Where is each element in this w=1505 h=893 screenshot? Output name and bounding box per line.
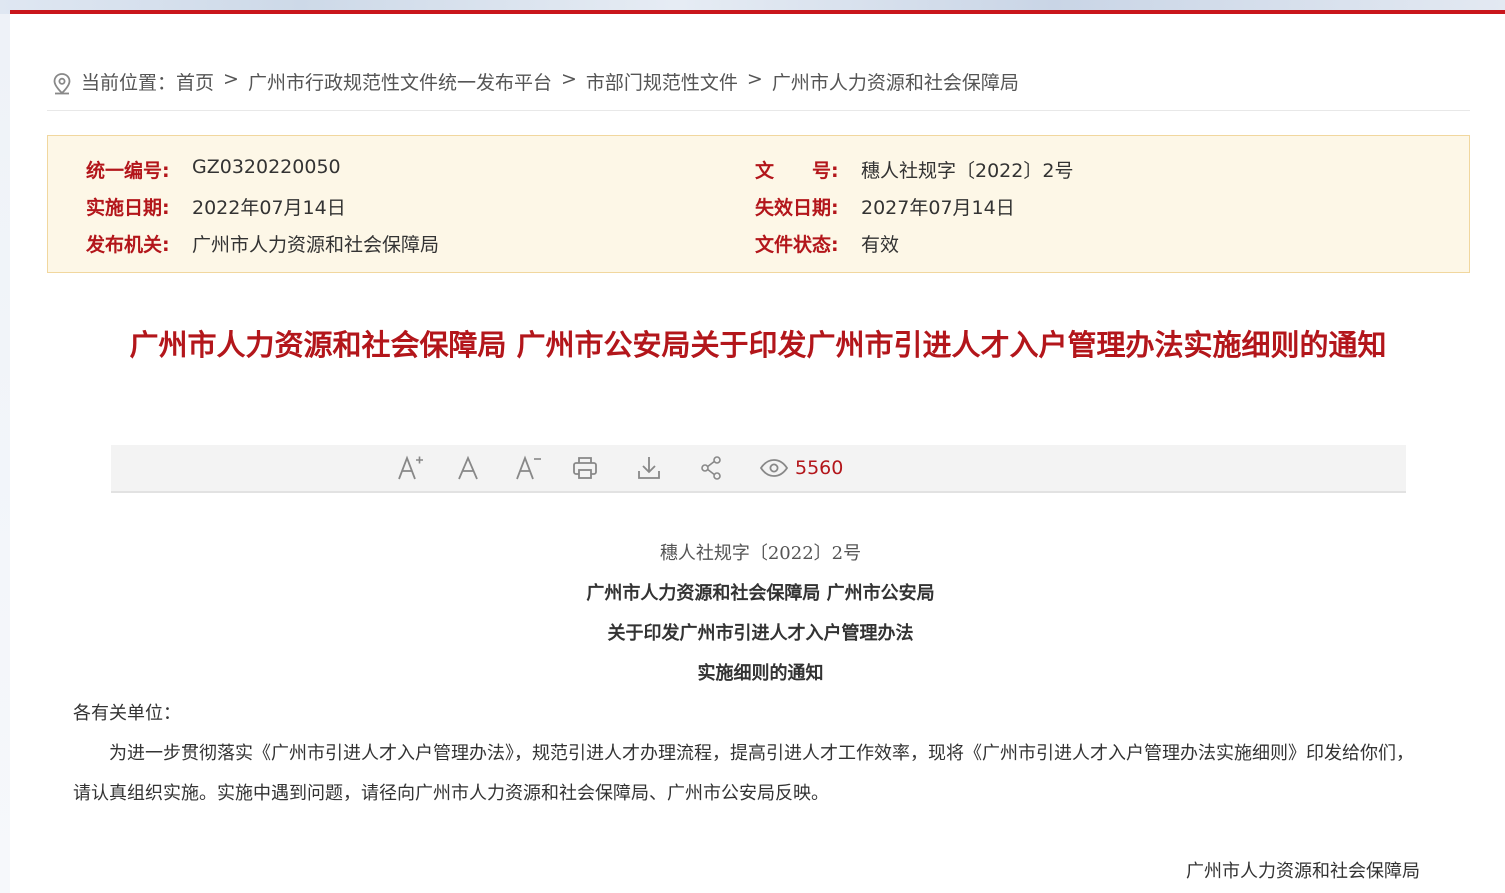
info-code-value: GZ0320220050 <box>192 156 341 178</box>
info-status-row: 文件状态: 有效 <box>755 230 899 257</box>
info-issuer-row: 发布机关: 广州市人力资源和社会保障局 <box>86 230 439 257</box>
document-body: 穗人社规字〔2022〕2号 广州市人力资源和社会保障局 广州市公安局 关于印发广… <box>73 534 1418 814</box>
info-status-label: 文件状态: <box>755 234 839 256</box>
font-increase-icon <box>398 455 423 480</box>
info-expire-row: 失效日期: 2027年07月14日 <box>755 193 1015 220</box>
location-pin-icon <box>53 73 71 95</box>
info-expire-label: 失效日期: <box>755 197 839 219</box>
print-icon <box>573 457 597 479</box>
breadcrumb-separator: > <box>560 68 577 90</box>
view-count: 5560 <box>795 457 844 479</box>
breadcrumb-separator: > <box>746 68 763 90</box>
left-edge-strip <box>0 14 10 893</box>
top-banner-line <box>10 10 1505 14</box>
breadcrumb: 当前位置： 首页 > 广州市行政规范性文件统一发布平台 > 市部门规范性文件 >… <box>47 68 1470 111</box>
breadcrumb-department-docs[interactable]: 市部门规范性文件 <box>586 68 738 95</box>
info-start-row: 实施日期: 2022年07月14日 <box>86 193 346 220</box>
info-status-value: 有效 <box>861 234 900 256</box>
info-docno-row: 文 号: 穗人社规字〔2022〕2号 <box>755 156 1073 183</box>
info-start-label: 实施日期: <box>86 197 170 219</box>
body-heading-line1: 广州市人力资源和社会保障局 广州市公安局 <box>586 583 935 604</box>
breadcrumb-platform[interactable]: 广州市行政规范性文件统一发布平台 <box>248 68 552 95</box>
info-issuer-value: 广州市人力资源和社会保障局 <box>192 234 440 256</box>
download-button[interactable] <box>635 454 663 482</box>
body-heading-line2: 关于印发广州市引进人才入户管理办法 <box>607 623 914 644</box>
view-counter: 5560 <box>759 454 859 482</box>
share-button[interactable] <box>699 454 723 482</box>
share-icon <box>701 456 721 480</box>
download-icon <box>638 457 660 479</box>
font-default-button[interactable] <box>455 454 481 482</box>
body-paragraph: 为进一步贯彻落实《广州市引进人才入户管理办法》，规范引进人才办理流程，提高引进人… <box>73 743 1414 804</box>
font-increase-button[interactable] <box>395 454 425 482</box>
print-button[interactable] <box>571 454 599 482</box>
breadcrumb-bureau[interactable]: 广州市人力资源和社会保障局 <box>772 68 1019 95</box>
font-default-icon <box>458 455 478 480</box>
font-decrease-icon <box>516 455 541 480</box>
breadcrumb-home[interactable]: 首页 <box>176 68 214 95</box>
article-toolbar: 5560 <box>111 445 1406 493</box>
font-decrease-button[interactable] <box>513 454 543 482</box>
info-start-value: 2022年07月14日 <box>192 197 346 219</box>
body-salutation: 各有关单位： <box>73 703 181 724</box>
eye-icon <box>759 459 789 477</box>
document-info-box: 统一编号: GZ0320220050 文 号: 穗人社规字〔2022〕2号 实施… <box>47 135 1470 273</box>
body-doc-number: 穗人社规字〔2022〕2号 <box>659 543 862 564</box>
info-docno-value: 穗人社规字〔2022〕2号 <box>861 160 1074 182</box>
info-docno-label: 文 号: <box>755 160 839 182</box>
body-signature: 广州市人力资源和社会保障局 <box>1186 861 1420 882</box>
breadcrumb-separator: > <box>223 68 239 90</box>
info-expire-value: 2027年07月14日 <box>861 197 1015 219</box>
info-code-label: 统一编号: <box>86 160 170 182</box>
breadcrumb-prefix: 当前位置： <box>81 72 177 94</box>
info-code-row: 统一编号: GZ0320220050 <box>86 156 341 183</box>
info-issuer-label: 发布机关: <box>86 234 170 256</box>
body-heading-line3: 实施细则的通知 <box>697 663 824 684</box>
document-title: 广州市人力资源和社会保障局 广州市公安局关于印发广州市引进人才入户管理办法实施细… <box>129 328 1387 362</box>
